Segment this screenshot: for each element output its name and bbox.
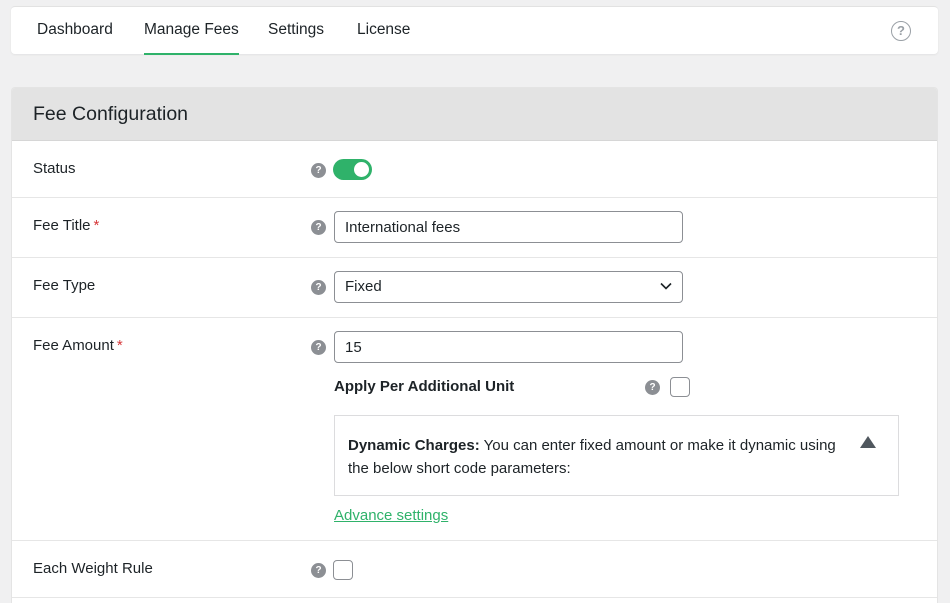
fee-amount-label: Fee Amount * — [33, 337, 123, 354]
tab-license[interactable]: License — [357, 7, 410, 55]
fee-title-label: Fee Title * — [33, 217, 99, 234]
required-marker: * — [116, 337, 123, 354]
question-mark-icon[interactable]: ? — [311, 220, 326, 235]
required-marker: * — [93, 217, 100, 234]
fee-configuration-card: Fee Configuration Status ? Fee Title * ? … — [11, 87, 938, 603]
dynamic-charges-heading: Dynamic Charges: — [348, 437, 480, 454]
dynamic-charges-panel: Dynamic Charges: You can enter fixed amo… — [334, 415, 899, 496]
fee-title-input[interactable] — [334, 211, 683, 243]
status-label: Status — [33, 160, 76, 177]
fee-type-row: Fee Type ? Fixed — [12, 258, 937, 318]
each-weight-rule-checkbox[interactable] — [333, 560, 353, 580]
toggle-knob — [354, 162, 369, 177]
dynamic-charges-description: Dynamic Charges: You can enter fixed amo… — [348, 434, 838, 480]
fee-amount-label-text: Fee Amount — [33, 337, 114, 354]
card-title: Fee Configuration — [12, 88, 937, 141]
apply-per-unit-label: Apply Per Additional Unit — [334, 378, 515, 395]
fee-amount-row: Fee Amount* ? Apply Per Additional Unit … — [12, 318, 937, 541]
tab-manage-fees[interactable]: Manage Fees — [144, 7, 239, 55]
chevron-down-icon — [660, 282, 672, 290]
help-icon[interactable]: ? — [891, 21, 911, 41]
each-weight-rule-row: Each Weight Rule ? — [12, 541, 937, 598]
status-row: Status ? — [12, 141, 937, 198]
advance-settings-link[interactable]: Advance settings — [334, 507, 448, 524]
tab-dashboard[interactable]: Dashboard — [37, 7, 113, 55]
fee-amount-input[interactable] — [334, 331, 683, 363]
each-weight-rule-label: Each Weight Rule — [33, 560, 153, 577]
triangle-up-icon[interactable] — [860, 436, 876, 448]
fee-title-label-text: Fee Title — [33, 217, 91, 234]
top-navigation: Dashboard Manage Fees Settings License ? — [11, 6, 938, 55]
question-mark-icon[interactable]: ? — [311, 340, 326, 355]
fee-type-selected-value: Fixed — [345, 278, 382, 295]
question-mark-icon[interactable]: ? — [645, 380, 660, 395]
apply-per-unit-checkbox[interactable] — [670, 377, 690, 397]
fee-type-select[interactable]: Fixed — [334, 271, 683, 303]
fee-title-row: Fee Title * ? — [12, 198, 937, 258]
tab-settings[interactable]: Settings — [268, 7, 324, 55]
fee-type-label: Fee Type — [33, 277, 96, 294]
question-mark-icon[interactable]: ? — [311, 163, 326, 178]
question-mark-icon[interactable]: ? — [311, 280, 326, 295]
question-mark-icon[interactable]: ? — [311, 563, 326, 578]
status-toggle[interactable] — [333, 159, 372, 180]
